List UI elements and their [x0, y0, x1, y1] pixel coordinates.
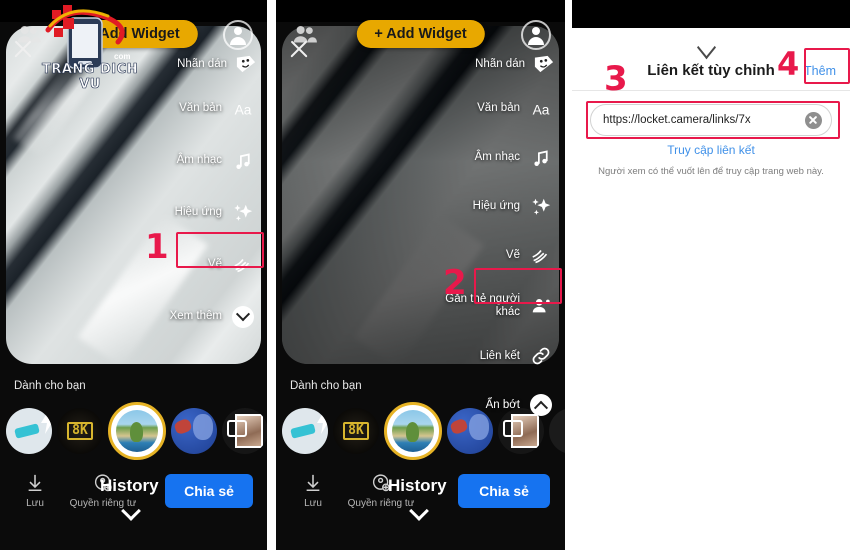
menu-item-label: Liên kết: [479, 349, 520, 362]
svg-text:Aa: Aa: [533, 103, 550, 118]
filter-thumb-8k[interactable]: 8K: [57, 408, 103, 454]
sticker-menu-item[interactable]: Nhãn dán: [475, 54, 555, 74]
url-input-value: https://locket.camera/links/7x: [603, 114, 751, 126]
filter-carousel[interactable]: 8K: [6, 400, 267, 462]
watermark-logo: TRANG DICH VU com: [30, 4, 150, 92]
svg-text:Aa: Aa: [235, 103, 252, 118]
sticker-menu-item[interactable]: Nhãn dán: [177, 54, 257, 74]
action-toolbar: Lưu Quyền riêng tư History Chia sẻ: [276, 468, 565, 530]
save-button[interactable]: Lưu: [12, 472, 58, 509]
annotation-number-1: 1: [145, 227, 169, 267]
music-note-icon: [529, 146, 553, 170]
url-input[interactable]: https://locket.camera/links/7x: [590, 104, 832, 136]
text-aa-icon: Aa: [231, 97, 255, 121]
chevron-down-handle-icon[interactable]: [696, 40, 726, 52]
sparkles-icon: [231, 201, 255, 225]
sticker-icon: [534, 55, 554, 73]
menu-item-text[interactable]: Văn bản Aa: [441, 94, 557, 124]
menu-item-music[interactable]: Âm nhạc: [441, 143, 557, 173]
menu-item-link[interactable]: Liên kết: [441, 341, 557, 371]
filter-thumb-globe[interactable]: [171, 408, 217, 454]
action-toolbar: Lưu Quyền riêng tư History Chia sẻ: [0, 468, 267, 530]
watermark-tld: com: [114, 52, 131, 61]
annotation-number-3: 3: [604, 59, 628, 99]
sticker-label: Nhãn dán: [475, 58, 525, 70]
annotation-number-4: 4: [777, 45, 800, 83]
add-button[interactable]: Thêm: [804, 64, 836, 78]
screenshot-stage: + Add Widget Nhãn dán Văn bản Aa Âm nhạc…: [0, 0, 850, 550]
sticker-icon: [236, 55, 256, 73]
status-bar: [276, 0, 565, 22]
filter-thumb-selected[interactable]: [384, 402, 442, 460]
menu-item-label: Vẽ: [207, 258, 222, 271]
sticker-label: Nhãn dán: [177, 58, 227, 70]
menu-item-effects[interactable]: Hiệu ứng: [166, 198, 259, 228]
history-label[interactable]: History: [388, 476, 447, 496]
history-label[interactable]: History: [100, 476, 159, 496]
annotation-number-2: 2: [443, 263, 467, 303]
menu-item-label: Hiệu ứng: [174, 206, 222, 219]
profile-icon[interactable]: [521, 20, 551, 50]
filter-thumb-camera[interactable]: [222, 408, 267, 454]
menu-item-label: Ẩn bớt: [485, 398, 520, 411]
chevron-down-icon[interactable]: [124, 502, 140, 518]
clear-circle-icon[interactable]: [805, 111, 822, 129]
save-label: Lưu: [26, 498, 44, 509]
edit-tools-menu: Văn bản Aa Âm nhạc Hiệu ứng Vẽ: [441, 94, 557, 420]
flash-bolt-icon: [41, 408, 52, 434]
for-you-label: Dành cho bạn: [290, 380, 362, 392]
flash-bolt-icon: [317, 408, 328, 434]
panel-step-1: + Add Widget Nhãn dán Văn bản Aa Âm nhạc…: [0, 0, 267, 550]
save-button[interactable]: Lưu: [290, 472, 336, 509]
sparkles-icon: [529, 195, 553, 219]
visit-link[interactable]: Truy cập liên kết: [572, 143, 850, 157]
menu-item-label: Âm nhạc: [474, 151, 520, 164]
download-icon: [28, 474, 42, 492]
filter-thumb-flash[interactable]: [282, 408, 328, 454]
download-icon: [306, 474, 320, 492]
profile-icon[interactable]: [223, 20, 253, 50]
watermark-text: TRANG DICH VU: [41, 62, 139, 93]
menu-item-draw[interactable]: Vẽ: [166, 250, 259, 280]
squiggle-draw-icon: [529, 244, 553, 268]
music-note-icon: [231, 149, 255, 173]
chevron-up-circle-icon: [529, 393, 553, 417]
filter-thumb-selected[interactable]: [108, 402, 166, 460]
menu-item-label: Văn bản: [179, 102, 222, 115]
panel-step-3: Liên kết tùy chỉnh Thêm https://locket.c…: [572, 0, 850, 550]
menu-item-label: Văn bản: [477, 102, 520, 115]
menu-item-label: Xem thêm: [169, 310, 222, 323]
menu-item-effects[interactable]: Hiệu ứng: [441, 192, 557, 222]
close-icon[interactable]: [288, 38, 310, 60]
link-chain-icon: [529, 344, 553, 368]
top-bar: + Add Widget Nhãn dán: [276, 20, 565, 74]
menu-item-music[interactable]: Âm nhạc: [166, 146, 259, 176]
menu-item-text[interactable]: Văn bản Aa: [166, 94, 259, 124]
menu-item-label: Hiệu ứng: [472, 200, 520, 213]
menu-item-see-more[interactable]: Xem thêm: [166, 302, 259, 332]
bottom-panel: Dành cho bạn 8K Lưu Quyền riêng tư Histo…: [0, 370, 267, 550]
status-bar: [572, 0, 850, 28]
share-button[interactable]: Chia sẻ: [458, 474, 550, 508]
menu-item-label: Vẽ: [505, 249, 520, 262]
chevron-down-icon[interactable]: [412, 502, 428, 518]
save-label: Lưu: [304, 498, 322, 509]
filter-thumb-flash[interactable]: [6, 408, 52, 454]
chevron-down-circle-icon: [231, 305, 255, 329]
custom-link-sheet: Liên kết tùy chỉnh Thêm https://locket.c…: [572, 28, 850, 550]
filter-thumb-8k[interactable]: 8K: [333, 408, 379, 454]
hint-text: Người xem có thể vuốt lên để truy cập tr…: [598, 166, 824, 177]
tag-person-icon: [529, 294, 553, 318]
panel-step-2: + Add Widget Nhãn dán Văn bản Aa Âm nhạc…: [276, 0, 565, 550]
menu-item-collapse[interactable]: Ẩn bớt: [441, 390, 557, 420]
menu-item-label: Âm nhạc: [176, 154, 222, 167]
for-you-label: Dành cho bạn: [14, 380, 86, 392]
privacy-label: Quyền riêng tư: [347, 498, 415, 509]
edit-tools-menu: Văn bản Aa Âm nhạc Hiệu ứng Vẽ: [166, 94, 259, 332]
add-widget-button[interactable]: + Add Widget: [356, 20, 485, 48]
text-aa-icon: Aa: [529, 97, 553, 121]
squiggle-draw-icon: [231, 253, 255, 277]
share-button[interactable]: Chia sẻ: [165, 474, 253, 508]
